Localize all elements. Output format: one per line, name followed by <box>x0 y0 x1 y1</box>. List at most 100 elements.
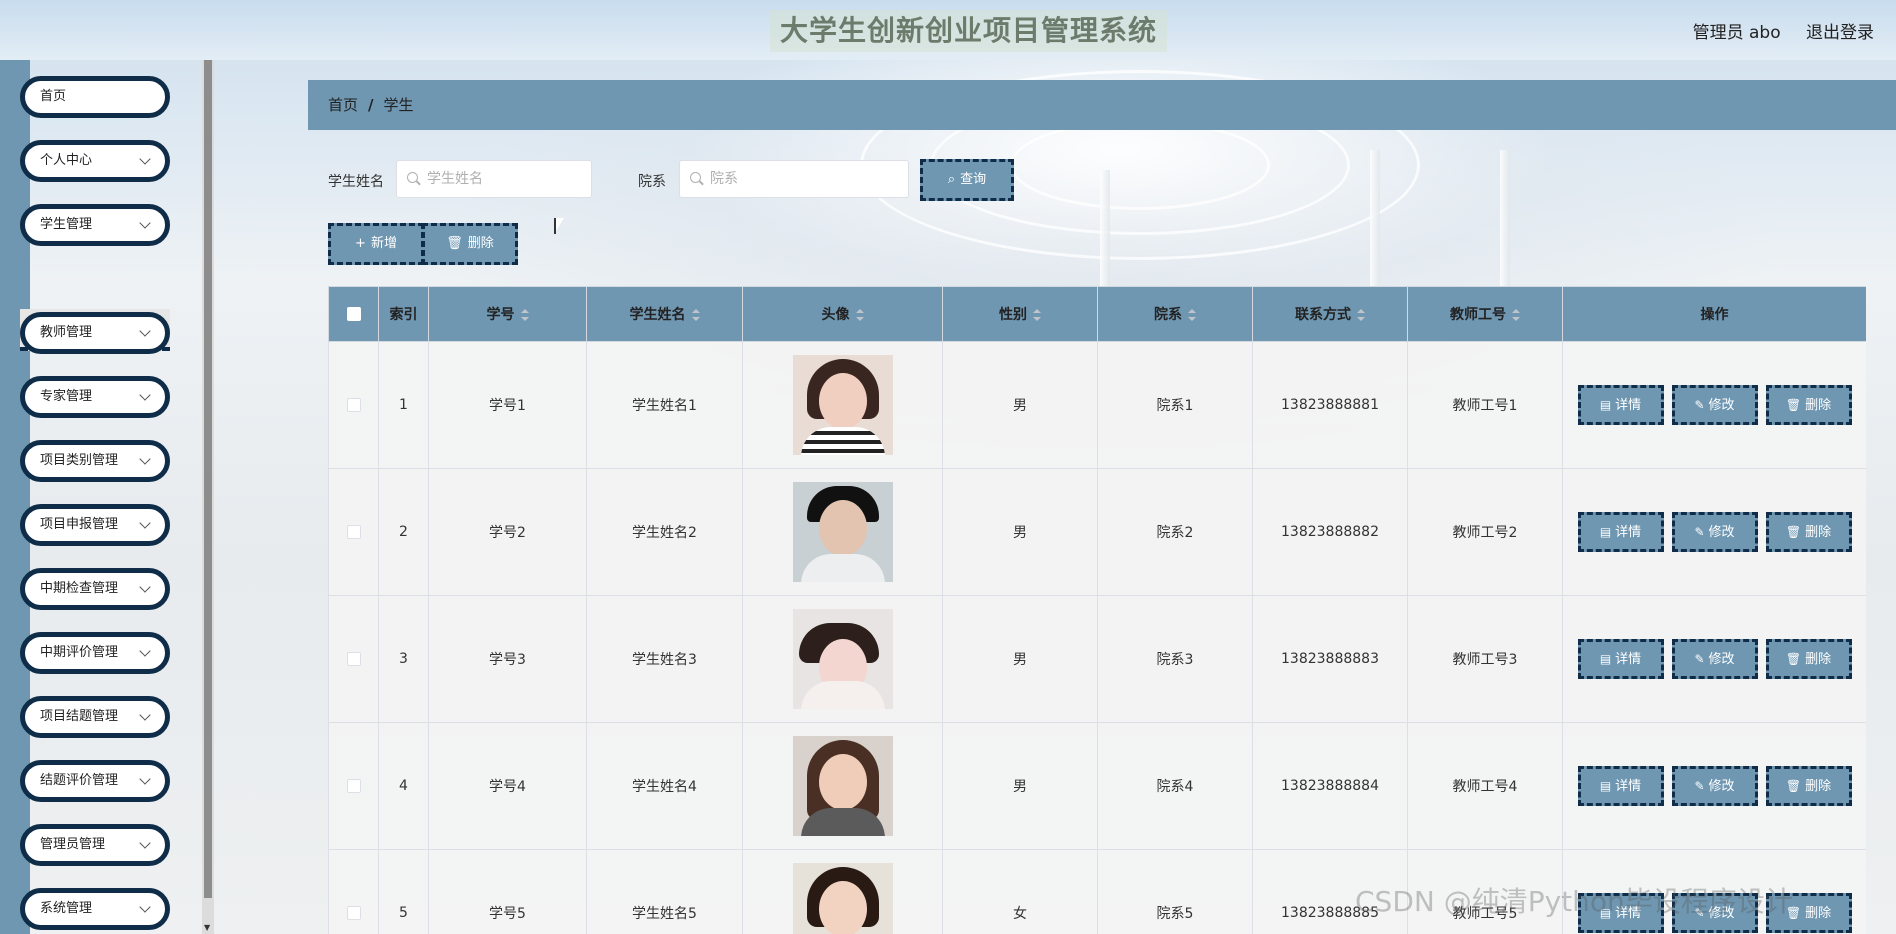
column-header[interactable]: 头像 <box>742 286 943 342</box>
trash-icon: 🗑 <box>1785 779 1802 793</box>
gender-cell: 男 <box>942 722 1098 850</box>
app-title: 大学生创新创业项目管理系统 <box>770 10 1168 52</box>
sidebar-item-personal[interactable]: 个人中心 <box>20 140 170 182</box>
document-icon: ▤ <box>1599 398 1612 412</box>
operations-cell: ▤ 详情 ✎ 修改 🗑 删除 <box>1562 722 1866 850</box>
sort-icon[interactable] <box>520 309 529 321</box>
row-checkbox[interactable] <box>346 779 361 793</box>
edit-button[interactable]: ✎ 修改 <box>1671 766 1758 806</box>
department-cell: 院系2 <box>1097 468 1253 596</box>
avatar[interactable] <box>792 736 893 836</box>
column-header[interactable]: 学生姓名 <box>586 286 743 342</box>
chevron-down-icon <box>139 325 151 337</box>
detail-button[interactable]: ▤ 详情 <box>1577 512 1664 552</box>
chevron-down-icon <box>139 837 151 849</box>
detail-label: 详情 <box>1615 779 1642 794</box>
row-checkbox[interactable] <box>346 652 361 666</box>
column-header[interactable]: 性别 <box>942 286 1098 342</box>
avatar-cell <box>742 595 943 723</box>
sort-icon[interactable] <box>1033 309 1041 321</box>
detail-button[interactable]: ▤ 详情 <box>1577 385 1664 425</box>
avatar[interactable] <box>792 609 893 709</box>
row-select-cell <box>328 468 379 596</box>
scrollbar-thumb[interactable] <box>204 60 212 898</box>
edit-button[interactable]: ✎ 修改 <box>1671 512 1758 552</box>
trash-icon: 🗑 <box>1785 525 1802 539</box>
teacher-id-cell: 教师工号2 <box>1407 468 1563 596</box>
header-label: 操作 <box>1700 307 1729 323</box>
sidebar-item-project-category[interactable]: 项目类别管理 <box>20 440 170 482</box>
column-header[interactable]: 联系方式 <box>1252 286 1408 342</box>
avatar[interactable] <box>792 355 893 455</box>
sort-icon[interactable] <box>855 309 864 321</box>
delete-label: 删除 <box>1805 525 1832 540</box>
select-all-checkbox[interactable] <box>346 307 361 321</box>
breadcrumb-home[interactable]: 首页 <box>328 96 358 114</box>
sidebar-scrollbar[interactable]: ▼ <box>202 60 214 934</box>
chevron-down-icon <box>139 453 151 465</box>
edit-button[interactable]: ✎ 修改 <box>1671 639 1758 679</box>
avatar[interactable] <box>792 482 893 582</box>
sidebar-item-midterm-check[interactable]: 中期检查管理 <box>20 568 170 610</box>
sort-icon[interactable] <box>691 309 700 321</box>
student-name-cell: 学生姓名4 <box>586 722 743 850</box>
sort-icon[interactable] <box>1357 309 1365 321</box>
department-input[interactable]: 院系 <box>679 160 909 198</box>
edit-label: 修改 <box>1708 398 1735 413</box>
breadcrumb-separator: / <box>368 96 374 114</box>
chevron-down-icon <box>139 901 151 913</box>
sidebar-item-midterm-eval[interactable]: 中期评价管理 <box>20 632 170 674</box>
logout-link[interactable]: 退出登录 <box>1806 23 1874 43</box>
avatar-cell <box>742 341 943 469</box>
student-name-cell: 学生姓名3 <box>586 595 743 723</box>
sidebar-item-admins[interactable]: 管理员管理 <box>20 824 170 866</box>
row-select-cell <box>328 595 379 723</box>
detail-button[interactable]: ▤ 详情 <box>1577 766 1664 806</box>
header-label: 院系 <box>1154 307 1182 323</box>
sort-icon[interactable] <box>1188 309 1196 321</box>
row-checkbox[interactable] <box>346 525 361 539</box>
gender-cell: 男 <box>942 468 1098 596</box>
row-select-cell <box>328 849 379 934</box>
column-header[interactable]: 学号 <box>428 286 587 342</box>
delete-button[interactable]: 🗑 删除 <box>1765 639 1852 679</box>
delete-button[interactable]: 🗑 删除 <box>1765 385 1852 425</box>
batch-delete-button[interactable]: 🗑 删除 <box>422 223 518 265</box>
student-id-cell: 学号2 <box>428 468 587 596</box>
breadcrumb-current: 学生 <box>383 96 414 114</box>
add-button[interactable]: + 新增 <box>328 223 424 265</box>
row-select-cell <box>328 722 379 850</box>
sidebar-item-project-conclusion[interactable]: 项目结题管理 <box>20 696 170 738</box>
row-checkbox[interactable] <box>346 906 361 920</box>
delete-button[interactable]: 🗑 删除 <box>1765 766 1852 806</box>
scroll-down-arrow-icon[interactable]: ▼ <box>204 923 210 932</box>
chevron-down-icon <box>139 389 151 401</box>
sidebar-item-project-application[interactable]: 项目申报管理 <box>20 504 170 546</box>
sort-icon[interactable] <box>1512 309 1520 321</box>
avatar[interactable] <box>792 863 893 934</box>
column-header[interactable]: 院系 <box>1097 286 1253 342</box>
detail-button[interactable]: ▤ 详情 <box>1577 639 1664 679</box>
row-checkbox[interactable] <box>346 398 361 412</box>
detail-label: 详情 <box>1615 398 1642 413</box>
pencil-icon: ✎ <box>1694 652 1705 666</box>
avatar-cell <box>742 722 943 850</box>
delete-button[interactable]: 🗑 删除 <box>1765 512 1852 552</box>
sidebar-item-conclusion-eval[interactable]: 结题评价管理 <box>20 760 170 802</box>
sidebar-item-students[interactable]: 学生管理 <box>20 204 170 246</box>
edit-button[interactable]: ✎ 修改 <box>1671 385 1758 425</box>
query-button[interactable]: ⌕ 查询 <box>920 159 1014 201</box>
sidebar-item-system[interactable]: 系统管理 <box>20 888 170 930</box>
sidebar-item-label: 项目申报管理 <box>40 517 119 532</box>
gender-cell: 男 <box>942 595 1098 723</box>
sidebar-item-experts[interactable]: 专家管理 <box>20 376 170 418</box>
breadcrumb: 首页 / 学生 <box>308 80 1896 130</box>
sidebar-item-teachers[interactable]: 教师管理 <box>20 312 170 354</box>
column-header[interactable]: 教师工号 <box>1407 286 1563 342</box>
student-name-input[interactable]: 学生姓名 <box>396 160 592 198</box>
search-icon <box>690 172 701 183</box>
chevron-down-icon <box>139 709 151 721</box>
input-placeholder: 学生姓名 <box>427 171 483 187</box>
sidebar-item-home[interactable]: 首页 <box>20 76 170 118</box>
student-name-label: 学生姓名 <box>328 174 384 190</box>
